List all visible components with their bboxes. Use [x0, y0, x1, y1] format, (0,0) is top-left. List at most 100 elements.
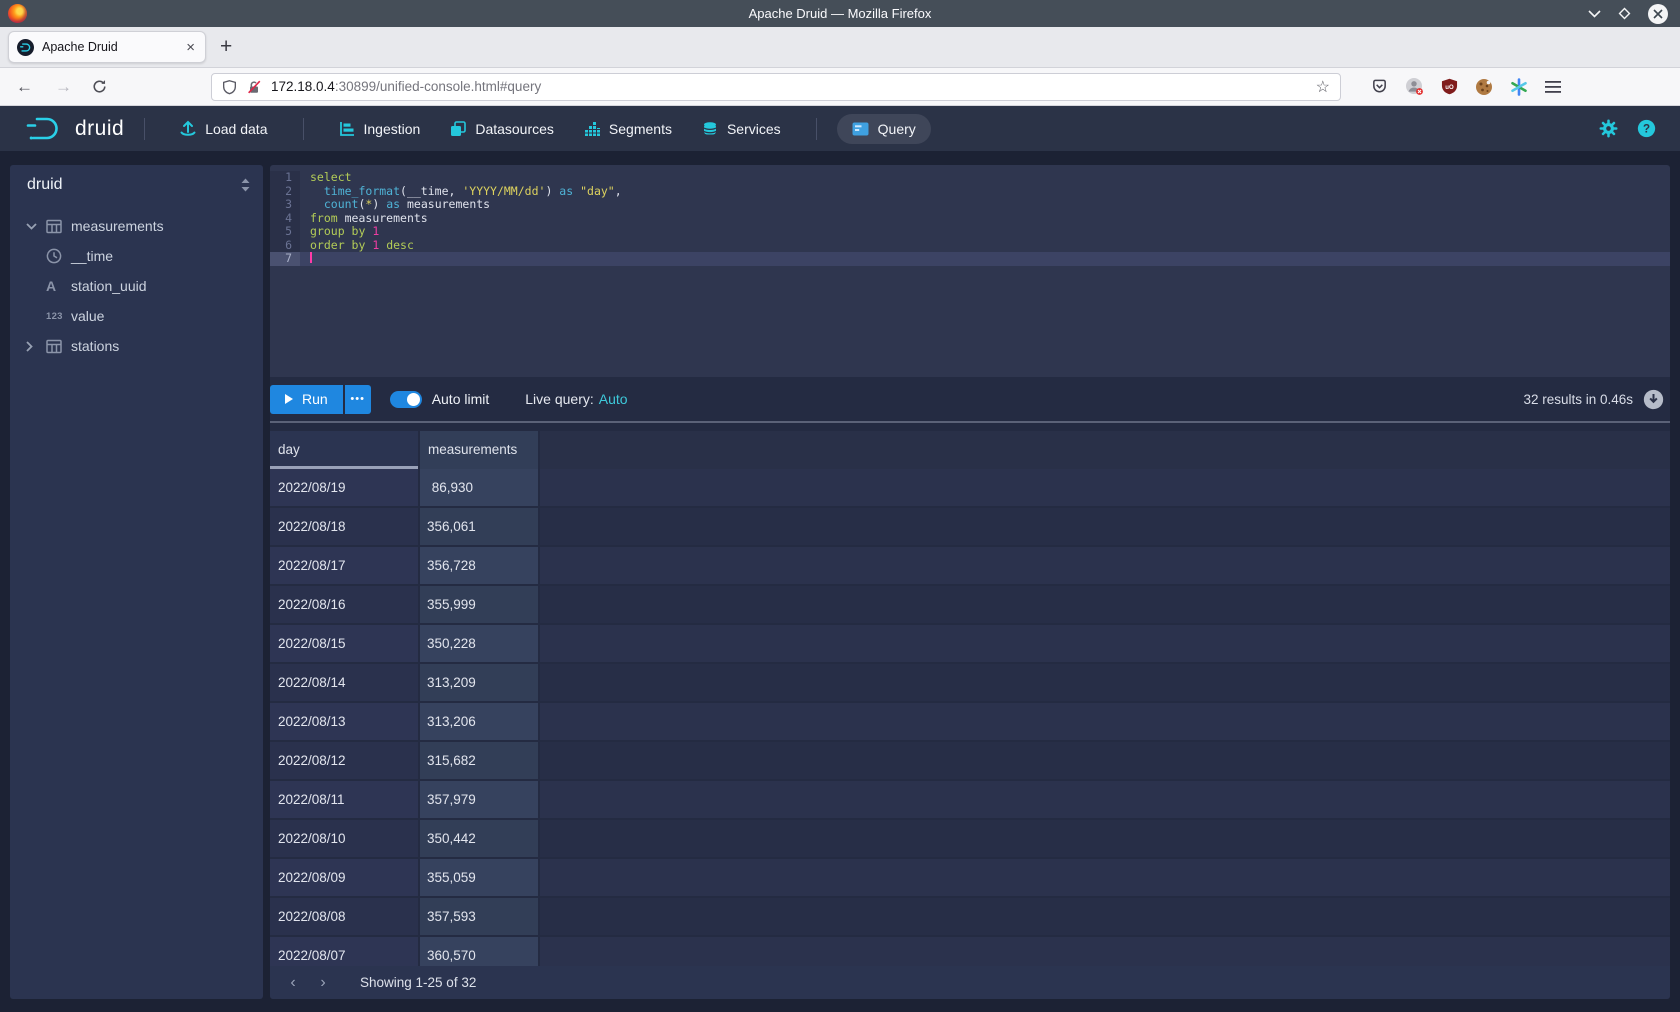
cell-day[interactable]: 2022/08/08	[270, 898, 418, 935]
cookie-icon[interactable]	[1475, 78, 1493, 96]
prev-page-button[interactable]: ‹	[278, 974, 308, 992]
auto-limit-toggle[interactable]	[390, 391, 422, 408]
settings-gear-icon[interactable]	[1599, 119, 1618, 138]
chevron-right-icon[interactable]	[26, 341, 46, 352]
window-close-button[interactable]	[1648, 4, 1668, 24]
live-query-value[interactable]: Auto	[599, 391, 628, 407]
row-filler	[540, 586, 1670, 623]
account-icon[interactable]	[1405, 77, 1424, 96]
cell-day[interactable]: 2022/08/18	[270, 508, 418, 545]
tree-item-measurements[interactable]: measurements	[10, 211, 263, 241]
forward-button[interactable]: →	[55, 78, 72, 95]
cell-measurements[interactable]: 313,206	[420, 703, 538, 740]
table-row[interactable]: 2022/08/07360,570	[270, 937, 1670, 966]
chevron-down-icon[interactable]	[26, 223, 46, 230]
window-maximize-button[interactable]	[1618, 7, 1631, 20]
cell-day[interactable]: 2022/08/19	[270, 469, 418, 506]
table-row[interactable]: 2022/08/13313,206	[270, 703, 1670, 740]
cell-day[interactable]: 2022/08/13	[270, 703, 418, 740]
svg-text:?: ?	[1643, 123, 1650, 136]
nav-item-segments[interactable]: Segments	[569, 114, 687, 144]
tracking-protection-shield-icon[interactable]	[222, 79, 237, 95]
table-row[interactable]: 2022/08/09355,059	[270, 859, 1670, 896]
cell-measurements[interactable]: 350,442	[420, 820, 538, 857]
extension-asterisk-icon[interactable]	[1510, 78, 1528, 96]
cell-day[interactable]: 2022/08/09	[270, 859, 418, 896]
services-icon	[702, 121, 718, 137]
schema-selector[interactable]: druid	[10, 165, 263, 205]
cell-measurements[interactable]: 357,979	[420, 781, 538, 818]
ublock-origin-icon[interactable]: uO	[1441, 78, 1458, 95]
table-row[interactable]: 2022/08/15350,228	[270, 625, 1670, 662]
cell-measurements[interactable]: 350,228	[420, 625, 538, 662]
table-row[interactable]: 2022/08/12315,682	[270, 742, 1670, 779]
browser-toolbar: ← → 172.18.0.4:30899/unified-console.htm…	[0, 68, 1680, 106]
cell-day[interactable]: 2022/08/07	[270, 937, 418, 966]
cell-day[interactable]: 2022/08/12	[270, 742, 418, 779]
insecure-lock-icon[interactable]	[246, 79, 262, 95]
nav-item-services[interactable]: Services	[687, 114, 796, 144]
editor-line-6[interactable]: 6order by 1 desc	[270, 239, 1670, 253]
cell-measurements[interactable]: 86,930	[420, 469, 538, 506]
cell-day[interactable]: 2022/08/10	[270, 820, 418, 857]
sql-editor[interactable]: 1select2 time_format(__time, 'YYYY/MM/dd…	[270, 165, 1670, 377]
cell-measurements[interactable]: 356,728	[420, 547, 538, 584]
column-header-day[interactable]: day	[270, 431, 418, 469]
url-text[interactable]: 172.18.0.4:30899/unified-console.html#qu…	[271, 79, 1307, 94]
new-tab-button[interactable]: +	[220, 35, 232, 59]
cell-measurements[interactable]: 360,570	[420, 937, 538, 966]
table-row[interactable]: 2022/08/11357,979	[270, 781, 1670, 818]
row-filler	[540, 703, 1670, 740]
run-more-button[interactable]: •••	[345, 385, 371, 414]
nav-item-datasources[interactable]: Datasources	[435, 114, 569, 144]
query-icon	[852, 121, 869, 137]
cell-day[interactable]: 2022/08/14	[270, 664, 418, 701]
nav-item-ingestion[interactable]: Ingestion	[324, 114, 436, 144]
cell-measurements[interactable]: 315,682	[420, 742, 538, 779]
editor-line-4[interactable]: 4from measurements	[270, 212, 1670, 226]
nav-item-load-data[interactable]: Load data	[165, 113, 282, 144]
cell-measurements[interactable]: 355,999	[420, 586, 538, 623]
window-minimize-button[interactable]	[1588, 10, 1601, 18]
download-results-icon[interactable]	[1643, 389, 1664, 410]
back-button[interactable]: ←	[16, 78, 33, 95]
hamburger-menu-icon[interactable]	[1545, 80, 1561, 94]
tree-item-stations[interactable]: stations	[10, 331, 263, 361]
table-row[interactable]: 2022/08/17356,728	[270, 547, 1670, 584]
reload-button[interactable]	[92, 79, 107, 94]
tree-item-station_uuid[interactable]: Astation_uuid	[10, 271, 263, 301]
cell-day[interactable]: 2022/08/16	[270, 586, 418, 623]
table-row[interactable]: 2022/08/16355,999	[270, 586, 1670, 623]
cell-measurements[interactable]: 355,059	[420, 859, 538, 896]
datasources-icon	[450, 121, 466, 137]
cell-day[interactable]: 2022/08/15	[270, 625, 418, 662]
next-page-button[interactable]: ›	[308, 974, 338, 992]
nav-item-query[interactable]: Query	[837, 114, 931, 144]
help-icon[interactable]: ?	[1637, 119, 1656, 138]
url-bar[interactable]: 172.18.0.4:30899/unified-console.html#qu…	[211, 73, 1341, 101]
table-row[interactable]: 2022/08/08357,593	[270, 898, 1670, 935]
editor-line-1[interactable]: 1select	[270, 171, 1670, 185]
editor-line-2[interactable]: 2 time_format(__time, 'YYYY/MM/dd') as "…	[270, 185, 1670, 199]
run-button[interactable]: Run	[270, 385, 343, 414]
editor-line-3[interactable]: 3 count(*) as measurements	[270, 198, 1670, 212]
browser-tab[interactable]: Apache Druid ×	[8, 31, 206, 63]
cell-measurements[interactable]: 313,209	[420, 664, 538, 701]
table-row[interactable]: 2022/08/1986,930	[270, 469, 1670, 506]
editor-line-5[interactable]: 5group by 1	[270, 225, 1670, 239]
tree-item-value[interactable]: 123value	[10, 301, 263, 331]
cell-measurements[interactable]: 356,061	[420, 508, 538, 545]
editor-line-7[interactable]: 7	[270, 252, 1670, 266]
table-row[interactable]: 2022/08/10350,442	[270, 820, 1670, 857]
cell-measurements[interactable]: 357,593	[420, 898, 538, 935]
pocket-icon[interactable]	[1371, 78, 1388, 95]
bookmark-star-icon[interactable]: ☆	[1316, 77, 1330, 97]
tab-close-button[interactable]: ×	[184, 39, 197, 56]
cell-day[interactable]: 2022/08/17	[270, 547, 418, 584]
druid-logo[interactable]: druid	[26, 115, 124, 142]
tree-item-__time[interactable]: __time	[10, 241, 263, 271]
table-row[interactable]: 2022/08/18356,061	[270, 508, 1670, 545]
cell-day[interactable]: 2022/08/11	[270, 781, 418, 818]
table-row[interactable]: 2022/08/14313,209	[270, 664, 1670, 701]
column-header-measurements[interactable]: measurements	[420, 431, 538, 469]
